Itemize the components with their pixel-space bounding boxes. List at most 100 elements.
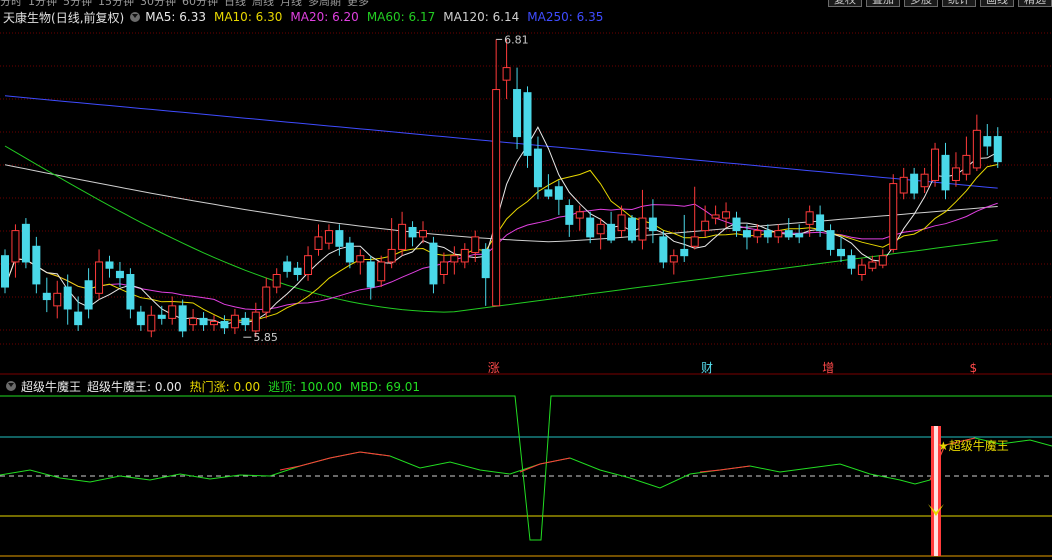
candle-body: [523, 92, 532, 156]
candle-body: [356, 255, 365, 263]
candle-body: [251, 311, 260, 332]
candle-body: [408, 226, 417, 238]
candle-body: [701, 220, 710, 232]
candle-body: [481, 248, 490, 279]
candle-body: [136, 311, 145, 326]
candle-body: [753, 230, 762, 238]
candle-body: [95, 261, 104, 294]
high-price-label: 6.81: [504, 33, 529, 46]
candle-body: [513, 89, 522, 138]
candle-body: [826, 230, 835, 250]
candle-body: [84, 280, 93, 310]
candle-body: [189, 317, 198, 326]
candle-body: [262, 286, 271, 313]
low-price-label: 5.85: [253, 331, 278, 344]
candle-body: [63, 286, 72, 310]
candle-body: [32, 245, 41, 285]
candle-body: [784, 230, 793, 238]
candle-body: [920, 173, 929, 188]
candle-body: [115, 270, 124, 279]
mbd-line: [0, 437, 1052, 489]
candle-body: [638, 217, 647, 241]
candle-body: [11, 230, 20, 263]
candle-body: [210, 321, 218, 326]
candle-body: [492, 89, 501, 307]
event-marker-2: 增: [822, 361, 834, 375]
candle-body: [199, 317, 208, 326]
candle-body: [126, 274, 135, 310]
candle-body: [711, 214, 720, 219]
candle-body: [220, 321, 229, 329]
candle-body: [74, 311, 83, 326]
candle-body: [722, 211, 731, 219]
event-marker-1: 财: [701, 361, 713, 375]
candle-body: [607, 223, 616, 241]
indicator-title: 超级牛魔王: [21, 379, 82, 394]
candle-body: [241, 317, 250, 326]
candle-body: [439, 261, 448, 276]
signal-label: ★超级牛魔王: [938, 438, 1009, 453]
candle-body: [272, 274, 281, 288]
candle-body: [596, 223, 605, 235]
candle-body: [847, 255, 856, 269]
candle-body: [345, 242, 354, 263]
candle-body: [690, 236, 699, 247]
candle-body: [617, 214, 626, 232]
ma60-line: [4, 145, 998, 313]
candle-body: [868, 261, 877, 269]
kline-chart[interactable]: 6.81 5.85 涨 财 增 $ ★超级牛魔王: [0, 0, 1052, 560]
indicator-value-1: 热门涨: 0.00: [189, 379, 261, 394]
candle-body: [857, 264, 866, 276]
indicator-header: 超级牛魔王 超级牛魔王: 0.00 热门涨: 0.00 逃顶: 100.00 MBD:…: [0, 377, 428, 395]
candle-body: [972, 129, 981, 169]
candle-body: [429, 242, 438, 285]
candle-body: [889, 183, 898, 250]
candle-body: [304, 255, 313, 275]
indicator-value-0: 超级牛魔王: 0.00: [87, 379, 182, 394]
candle-body: [335, 230, 344, 247]
candle-body: [533, 148, 542, 188]
candle-body: [168, 305, 177, 319]
candle-body: [586, 217, 595, 238]
candle-body: [941, 154, 950, 191]
candle-body: [669, 255, 678, 263]
candle-body: [732, 217, 741, 232]
candle-body: [230, 314, 239, 329]
candle-body: [742, 230, 751, 238]
candle-body: [398, 223, 407, 250]
candle-body: [837, 248, 845, 257]
candle-body: [763, 230, 772, 238]
candle-body: [105, 261, 114, 269]
candle-body: [283, 261, 292, 272]
candle-body: [659, 236, 668, 263]
candle-body: [387, 248, 396, 263]
candle-body: [293, 267, 302, 276]
candle-body: [983, 136, 992, 147]
candle-body: [147, 314, 156, 332]
event-marker-0: 涨: [488, 360, 500, 375]
indicator-value-2: 逃顶: 100.00: [268, 379, 343, 394]
candle-body: [157, 314, 166, 319]
candle-body: [21, 223, 30, 263]
candle-body: [878, 255, 887, 266]
candle-body: [544, 189, 553, 197]
expand-icon[interactable]: [6, 381, 16, 391]
candle-body: [931, 148, 940, 181]
indicator-value-3: MBD: 69.01: [350, 379, 421, 394]
candle-body: [53, 292, 62, 307]
indicator-values: 超级牛魔王: 0.00 热门涨: 0.00 逃顶: 100.00 MBD: 69.01: [87, 378, 428, 395]
candle-body: [816, 214, 825, 232]
candle-body: [795, 233, 804, 238]
candle-body: [899, 176, 908, 194]
candle-body: [502, 67, 511, 81]
candle-body: [450, 255, 459, 263]
candle-body: [471, 236, 480, 254]
candle-body: [324, 230, 333, 244]
candle-body: [377, 261, 386, 282]
taoding-line: [0, 395, 1052, 541]
ma250-line: [4, 95, 998, 189]
candle-body: [178, 305, 187, 332]
candle-body: [314, 236, 323, 250]
candle-body: [565, 205, 574, 225]
candle-body: [366, 261, 375, 288]
